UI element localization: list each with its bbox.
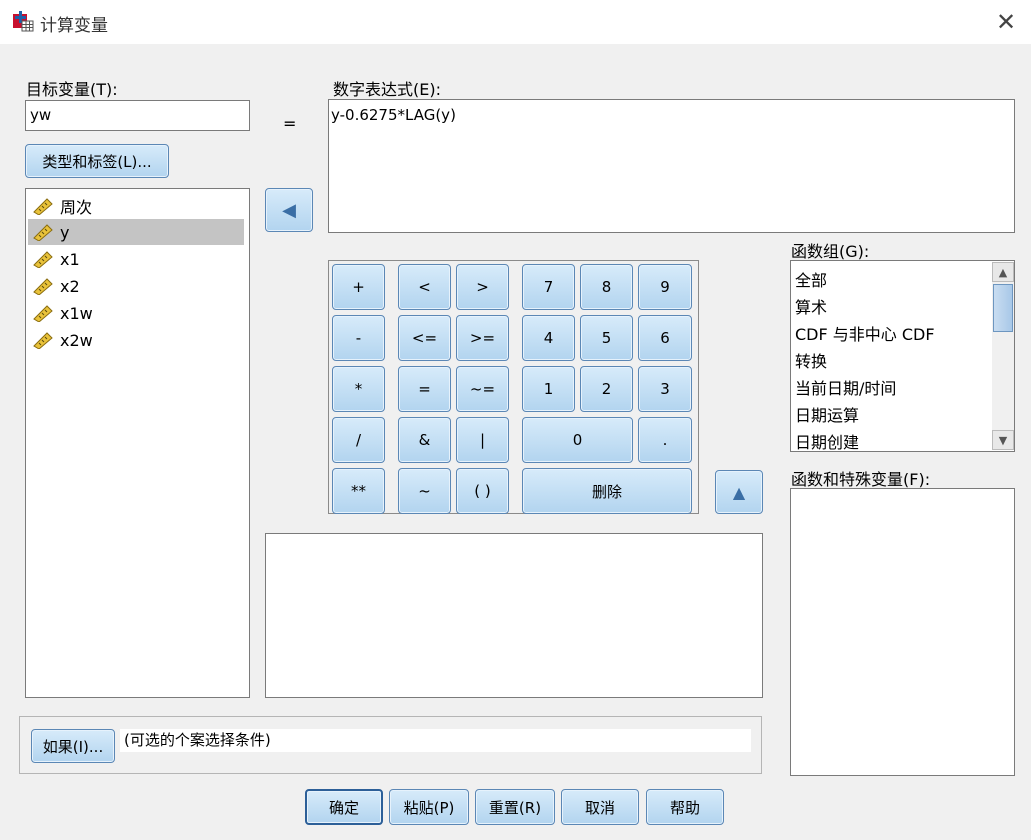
close-button[interactable]: ✕ — [992, 8, 1020, 36]
title-bar — [0, 0, 1031, 44]
key-equals[interactable]: = — [398, 366, 451, 412]
variable-item[interactable]: x2 — [28, 273, 244, 299]
reset-button[interactable]: 重置(R) — [475, 789, 555, 825]
key-parentheses[interactable]: ( ) — [456, 468, 509, 514]
variable-item[interactable]: x2w — [28, 327, 244, 353]
type-and-label-button[interactable]: 类型和标签(L)... — [25, 144, 169, 178]
key-greater-equal[interactable]: >= — [456, 315, 509, 361]
variable-item[interactable]: 周次 — [28, 193, 244, 219]
function-group-scrollbar[interactable]: ▲ ▼ — [992, 262, 1014, 450]
key-minus[interactable]: - — [332, 315, 385, 361]
scale-variable-icon — [33, 198, 53, 215]
variable-name: x1w — [60, 303, 93, 323]
key-greater-than[interactable]: > — [456, 264, 509, 310]
key-1[interactable]: 1 — [522, 366, 575, 412]
key-6[interactable]: 6 — [638, 315, 692, 361]
function-group-item[interactable]: 日期运算 — [795, 400, 859, 427]
paste-button[interactable]: 粘贴(P) — [389, 789, 469, 825]
variable-name: x1 — [60, 249, 80, 269]
move-function-up-button[interactable]: ▲ — [715, 470, 763, 514]
key-or[interactable]: | — [456, 417, 509, 463]
function-group-label: 函数组(G): — [791, 242, 870, 261]
if-button[interactable]: 如果(I)... — [31, 729, 115, 763]
key-delete[interactable]: 删除 — [522, 468, 692, 514]
scale-variable-icon — [33, 224, 53, 241]
arrow-left-icon: ◀ — [282, 199, 296, 221]
function-group-item[interactable]: CDF 与非中心 CDF — [795, 319, 935, 346]
expression-text: y-0.6275*LAG(y) — [331, 106, 456, 124]
function-description-box — [265, 533, 763, 698]
equals-sign: = — [283, 114, 297, 133]
variable-item[interactable]: x1 — [28, 246, 244, 272]
arrow-up-icon: ▲ — [732, 482, 746, 502]
key-5[interactable]: 5 — [580, 315, 633, 361]
scale-variable-icon — [33, 278, 53, 295]
function-group-item[interactable]: 当前日期/时间 — [795, 373, 896, 400]
key-decimal[interactable]: . — [638, 417, 692, 463]
variable-name: y — [60, 222, 70, 242]
scale-variable-icon — [33, 251, 53, 268]
move-to-expression-button[interactable]: ◀ — [265, 188, 313, 232]
target-variable-input[interactable]: yw — [25, 100, 250, 131]
app-icon — [12, 10, 34, 32]
function-group-item[interactable]: 全部 — [795, 265, 827, 292]
key-plus[interactable]: + — [332, 264, 385, 310]
if-condition-text: (可选的个案选择条件) — [120, 729, 751, 752]
ok-button[interactable]: 确定 — [305, 789, 383, 825]
window-title: 计算变量 — [40, 16, 108, 36]
functions-label: 函数和特殊变量(F): — [791, 470, 931, 489]
target-variable-label: 目标变量(T): — [26, 80, 118, 99]
key-0[interactable]: 0 — [522, 417, 633, 463]
expression-textarea[interactable]: y-0.6275*LAG(y) — [328, 99, 1015, 233]
key-less-than[interactable]: < — [398, 264, 451, 310]
scroll-down-icon[interactable]: ▼ — [992, 430, 1014, 450]
expression-label: 数字表达式(E): — [333, 80, 441, 99]
cancel-button[interactable]: 取消 — [561, 789, 639, 825]
key-multiply[interactable]: * — [332, 366, 385, 412]
function-group-item[interactable]: 日期创建 — [795, 427, 859, 452]
function-group-item[interactable]: 算术 — [795, 292, 827, 319]
key-divide[interactable]: / — [332, 417, 385, 463]
scale-variable-icon — [33, 305, 53, 322]
function-group-list[interactable]: 全部 算术 CDF 与非中心 CDF 转换 当前日期/时间 日期运算 日期创建 … — [790, 260, 1015, 452]
key-3[interactable]: 3 — [638, 366, 692, 412]
key-8[interactable]: 8 — [580, 264, 633, 310]
scale-variable-icon — [33, 332, 53, 349]
key-7[interactable]: 7 — [522, 264, 575, 310]
key-9[interactable]: 9 — [638, 264, 692, 310]
function-group-item[interactable]: 转换 — [795, 346, 827, 373]
variable-name: 周次 — [60, 198, 93, 217]
key-less-equal[interactable]: <= — [398, 315, 451, 361]
scroll-up-icon[interactable]: ▲ — [992, 262, 1014, 282]
key-not-equal[interactable]: ~= — [456, 366, 509, 412]
variable-list[interactable]: 周次 y x1 x2 x1w x2w — [25, 188, 250, 698]
key-not[interactable]: ~ — [398, 468, 451, 514]
key-2[interactable]: 2 — [580, 366, 633, 412]
variable-name: x2 — [60, 276, 80, 296]
variable-item[interactable]: x1w — [28, 300, 244, 326]
key-power[interactable]: ** — [332, 468, 385, 514]
variable-item-selected[interactable]: y — [28, 219, 244, 245]
calculator-keypad: + < > 7 8 9 - <= >= 4 5 6 * = ~= 1 2 3 /… — [328, 260, 699, 514]
key-4[interactable]: 4 — [522, 315, 575, 361]
scrollbar-thumb[interactable] — [993, 284, 1013, 332]
functions-list[interactable] — [790, 488, 1015, 776]
key-and[interactable]: & — [398, 417, 451, 463]
variable-name: x2w — [60, 330, 93, 350]
help-button[interactable]: 帮助 — [646, 789, 724, 825]
